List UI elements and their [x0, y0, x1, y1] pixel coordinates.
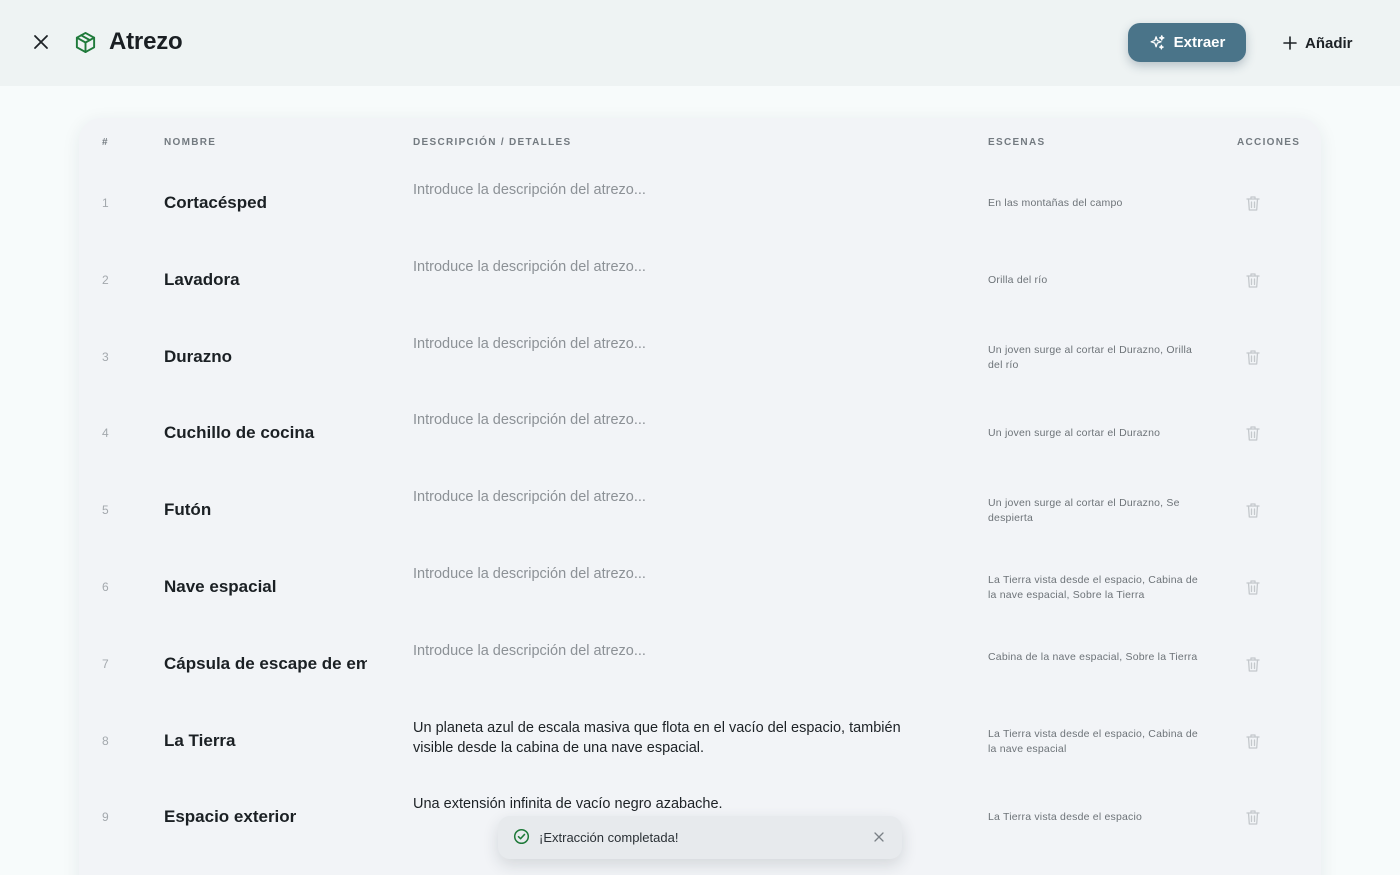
- column-header-actions: ACCIONES: [1237, 137, 1301, 148]
- table-row: 1 Cortacésped Introduce la descripción del…: [79, 165, 1321, 242]
- trash-icon[interactable]: [1244, 655, 1262, 673]
- prop-name[interactable]: Durazno: [164, 347, 367, 367]
- table-row: 2 Lavadora Introduce la descripción del at…: [79, 242, 1321, 319]
- table-row: 8 La Tierra Un planeta azul de escala masi…: [79, 703, 1321, 780]
- column-header-description: DESCRIPCIÓN / DETALLES: [413, 137, 572, 148]
- toast-message: ¡Extracción completada!: [539, 830, 679, 845]
- description-field[interactable]: Un planeta azul de escala masiva que flo…: [413, 718, 943, 758]
- row-number: 8: [102, 733, 109, 748]
- scenes-list: En las montañas del campo: [988, 197, 1123, 209]
- table-row: 5 Futón Introduce la descripción del atrez…: [79, 472, 1321, 549]
- row-number: 2: [102, 272, 109, 287]
- scenes-list: La Tierra vista desde el espacio: [988, 811, 1143, 824]
- check-circle-icon: [513, 828, 530, 845]
- prop-name[interactable]: Cápsula de escape de emer: [164, 654, 367, 674]
- scenes-list: Un joven surge al cortar el Durazno, Se …: [988, 497, 1180, 525]
- trash-icon[interactable]: [1244, 808, 1262, 826]
- row-number: 6: [102, 580, 109, 594]
- column-header-name: NOMBRE: [164, 137, 217, 148]
- prop-name[interactable]: Cortacésped: [164, 193, 367, 213]
- close-icon[interactable]: [30, 31, 52, 53]
- scenes-list: Un joven surge al cortar el Durazno, Ori…: [988, 343, 1193, 371]
- scenes-list: La Tierra vista desde el espacio, Cabina…: [988, 727, 1198, 755]
- row-number: 9: [102, 810, 109, 825]
- table-row: 4 Cuchillo de cocina Introduce la descripc…: [79, 395, 1321, 472]
- scenes-list: Cabina de la nave espacial, Sobre la Tie…: [988, 650, 1198, 663]
- prop-name[interactable]: La Tierra: [164, 731, 367, 751]
- description-field[interactable]: Introduce la descripción del atrezo...: [413, 257, 943, 277]
- table-row: 6 Nave espacial Introduce la descripción d…: [79, 549, 1321, 626]
- row-number: 3: [102, 349, 109, 364]
- add-label: Añadir: [1305, 34, 1353, 52]
- trash-icon[interactable]: [1244, 501, 1262, 519]
- prop-name[interactable]: Nave espacial: [164, 577, 367, 597]
- scenes-list: Un joven surge al cortar el Durazno: [988, 427, 1161, 440]
- row-number: 7: [102, 656, 109, 671]
- trash-icon[interactable]: [1244, 194, 1262, 212]
- plus-icon: [1283, 36, 1297, 50]
- extract-label: Extraer: [1173, 34, 1226, 51]
- scenes-list: Orilla del río: [988, 273, 1048, 286]
- trash-icon[interactable]: [1244, 271, 1262, 289]
- page-title: Atrezo: [109, 28, 183, 55]
- cube-icon: [74, 31, 97, 54]
- top-bar: Atrezo Extraer Añadir: [0, 0, 1400, 86]
- scenes-list: La Tierra vista desde el espacio, Cabina…: [988, 574, 1198, 601]
- row-number: 4: [102, 426, 109, 441]
- add-button[interactable]: Añadir: [1283, 30, 1353, 56]
- table-row: 7 Cápsula de escape de emer Introduce la d…: [79, 626, 1321, 703]
- prop-name[interactable]: Espacio exterior: [164, 807, 367, 827]
- column-header-number: #: [102, 137, 109, 148]
- column-header-scenes: ESCENAS: [988, 137, 1046, 148]
- row-number: 1: [102, 196, 109, 210]
- toast-notification: ¡Extracción completada!: [498, 816, 902, 859]
- sparkles-icon: [1149, 34, 1166, 51]
- prop-name[interactable]: Cuchillo de cocina: [164, 423, 367, 443]
- trash-icon[interactable]: [1244, 732, 1262, 750]
- description-field[interactable]: Una extensión infinita de vacío negro az…: [413, 794, 943, 814]
- trash-icon[interactable]: [1244, 348, 1262, 366]
- prop-name[interactable]: Futón: [164, 500, 367, 520]
- trash-icon[interactable]: [1244, 578, 1262, 596]
- description-field[interactable]: Introduce la descripción del atrezo...: [413, 180, 943, 200]
- trash-icon[interactable]: [1244, 424, 1262, 442]
- description-field[interactable]: Introduce la descripción del atrezo...: [413, 410, 943, 430]
- toast-close-icon[interactable]: [871, 829, 887, 845]
- prop-name[interactable]: Lavadora: [164, 270, 367, 290]
- table-row: 3 Durazno Introduce la descripción del atr…: [79, 319, 1321, 396]
- props-table: # NOMBRE DESCRIPCIÓN / DETALLES ESCENAS …: [79, 118, 1321, 875]
- description-field[interactable]: Introduce la descripción del atrezo...: [413, 641, 943, 661]
- row-number: 5: [102, 503, 109, 518]
- description-field[interactable]: Introduce la descripción del atrezo...: [413, 487, 943, 507]
- description-field[interactable]: Introduce la descripción del atrezo...: [413, 564, 943, 584]
- table-header: # NOMBRE DESCRIPCIÓN / DETALLES ESCENAS …: [79, 118, 1321, 164]
- description-field[interactable]: Introduce la descripción del atrezo...: [413, 334, 943, 354]
- extract-button[interactable]: Extraer: [1128, 23, 1246, 62]
